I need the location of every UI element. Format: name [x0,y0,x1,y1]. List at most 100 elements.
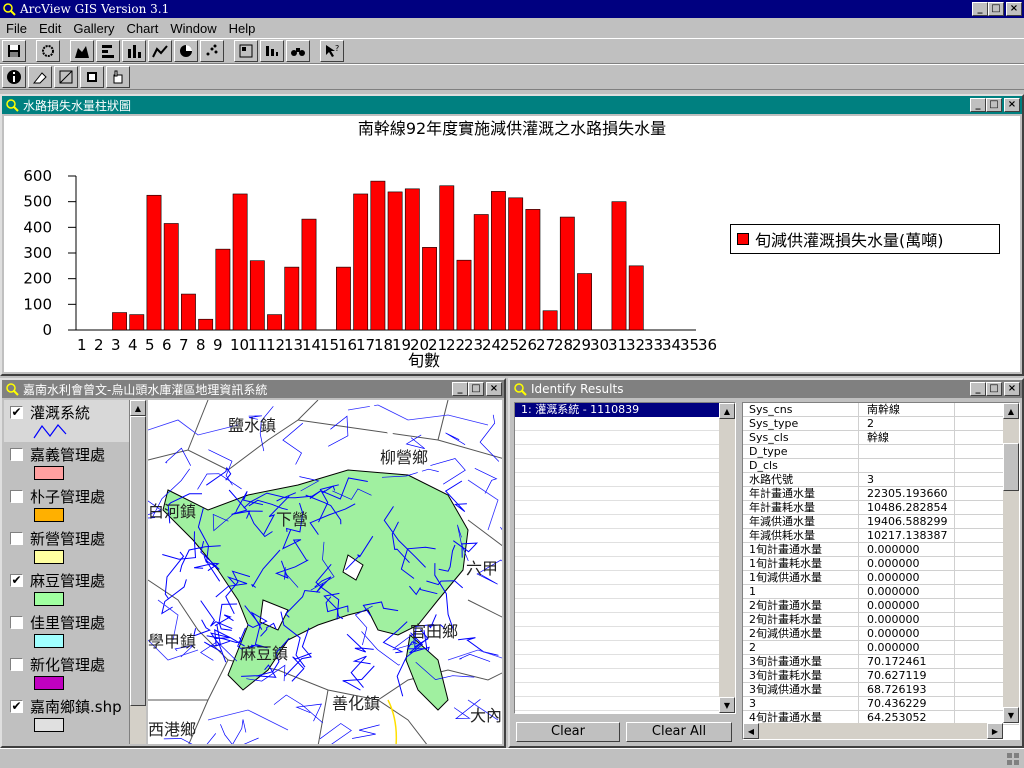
bar[interactable] [577,273,592,331]
identified-feature-item[interactable]: 1: 灌溉系統 - 1110839 [515,403,719,417]
layer-visibility-checkbox[interactable]: ✔ [10,574,23,587]
scroll-up-arrow-icon[interactable]: ▲ [1003,403,1019,419]
bar[interactable] [387,191,403,331]
identify-close-button[interactable]: × [1004,382,1020,396]
bar[interactable] [456,259,472,331]
series-tool-button[interactable] [54,66,78,88]
column-chart-button[interactable] [122,40,146,62]
attribute-table[interactable]: Sys_cns 南幹線 Sys_type 2 Sys_cls 幹線 D_type D_cls 水… [742,402,1020,740]
chart-maximize-button[interactable]: □ [986,98,1002,112]
bar[interactable] [249,260,265,331]
bar[interactable] [336,266,351,331]
chart-legend[interactable]: 旬減供灌溉損失水量(萬噸) [730,224,1000,254]
bar[interactable] [559,216,575,331]
attribute-scroll-thumb[interactable] [1003,443,1019,491]
bar[interactable] [112,312,127,331]
identified-features-list[interactable]: 1: 灌溉系統 - 1110839 ▲ ▼ [514,402,736,714]
toc-layer-entry[interactable]: 佳里管理處 [4,610,129,652]
bar[interactable] [370,180,386,331]
series-from-records-button[interactable] [260,40,284,62]
toc-layer-entry[interactable]: 新營管理處 [4,526,129,568]
attribute-row[interactable]: 年減供耗水量 10217.138387 [743,529,1019,543]
chart-element-properties-button[interactable] [234,40,258,62]
scroll-right-arrow-icon[interactable]: ▶ [987,723,1003,739]
bar[interactable] [215,248,231,331]
bar[interactable] [146,194,162,331]
bar[interactable] [181,293,196,331]
bar[interactable] [232,193,248,331]
menu-file[interactable]: File [0,21,33,36]
bar[interactable] [473,214,489,331]
attribute-row[interactable]: 水路代號 3 [743,473,1019,487]
identify-tool-button[interactable] [2,66,26,88]
scroll-up-arrow-icon[interactable]: ▲ [719,403,735,419]
toc-scroll-thumb[interactable] [130,416,146,706]
map-minimize-button[interactable]: _ [452,382,468,396]
bar[interactable] [542,310,558,331]
bar[interactable] [267,314,282,331]
layer-visibility-checkbox[interactable] [10,448,23,461]
attribute-hscrollbar[interactable]: ◀ ▶ [743,723,1003,739]
bar[interactable] [404,188,420,331]
map-close-button[interactable]: × [486,382,502,396]
bar[interactable] [525,209,541,331]
clear-button[interactable]: Clear [516,722,620,742]
attribute-row[interactable]: D_cls [743,459,1019,473]
attribute-row[interactable]: 年計畫通水量 22305.193660 [743,487,1019,501]
bar[interactable] [508,197,524,331]
area-chart-button[interactable] [70,40,94,62]
help-button[interactable]: ? [320,40,344,62]
bar[interactable] [491,191,506,331]
scroll-up-arrow-icon[interactable]: ▲ [130,400,146,416]
bar-chart-horizontal-button[interactable] [96,40,120,62]
scroll-down-arrow-icon[interactable]: ▼ [719,697,735,713]
bar[interactable] [611,201,627,331]
attribute-row[interactable]: 2旬計畫耗水量 0.000000 [743,613,1019,627]
hand-tool-button[interactable] [106,66,130,88]
menu-help[interactable]: Help [223,21,262,36]
menu-gallery[interactable]: Gallery [67,21,120,36]
layer-visibility-checkbox[interactable]: ✔ [10,700,23,713]
layer-visibility-checkbox[interactable]: ✔ [10,406,23,419]
attribute-row[interactable]: 2旬減供通水量 0.000000 [743,627,1019,641]
chart-close-button[interactable]: × [1004,98,1020,112]
menu-edit[interactable]: Edit [33,21,67,36]
chart-tool-button[interactable] [80,66,104,88]
app-maximize-button[interactable]: □ [988,2,1004,16]
list-scrollbar[interactable]: ▲ ▼ [719,403,735,713]
bar[interactable] [198,318,214,331]
toc-layer-entry[interactable]: ✔ 灌溉系統 [4,400,129,442]
bar[interactable] [163,223,179,331]
attribute-row[interactable]: 年計畫耗水量 10486.282854 [743,501,1019,515]
attribute-row[interactable]: 2 0.000000 [743,641,1019,655]
line-chart-button[interactable] [148,40,172,62]
attribute-vscrollbar[interactable]: ▲ ▼ [1003,403,1019,723]
toc-layer-entry[interactable]: 新化管理處 [4,652,129,694]
toc-layer-entry[interactable]: ✔ 嘉南鄉鎮.shp [4,694,129,736]
bar[interactable] [353,193,369,331]
resize-grip-icon[interactable] [1006,752,1020,766]
app-minimize-button[interactable]: _ [972,2,988,16]
layer-visibility-checkbox[interactable] [10,490,23,503]
save-button[interactable] [2,40,26,62]
attribute-row[interactable]: 年減供通水量 19406.588299 [743,515,1019,529]
erase-tool-button[interactable] [28,66,52,88]
attribute-row[interactable]: 1旬計畫耗水量 0.000000 [743,557,1019,571]
attribute-row[interactable]: D_type [743,445,1019,459]
identify-maximize-button[interactable]: □ [986,382,1002,396]
app-close-button[interactable]: × [1006,2,1022,16]
attribute-row[interactable]: 3旬減供通水量 68.726193 [743,683,1019,697]
layer-visibility-checkbox[interactable] [10,658,23,671]
properties-button[interactable] [36,40,60,62]
bar[interactable] [628,265,644,331]
layer-visibility-checkbox[interactable] [10,532,23,545]
attribute-row[interactable]: Sys_cns 南幹線 [743,403,1019,417]
pie-chart-button[interactable] [174,40,198,62]
layer-visibility-checkbox[interactable] [10,616,23,629]
attribute-row[interactable]: Sys_type 2 [743,417,1019,431]
bar[interactable] [301,218,317,331]
toc-layer-entry[interactable]: 嘉義管理處 [4,442,129,484]
bar[interactable] [284,266,300,331]
scatter-chart-button[interactable] [200,40,224,62]
attribute-row[interactable]: 3旬計畫耗水量 70.627119 [743,669,1019,683]
